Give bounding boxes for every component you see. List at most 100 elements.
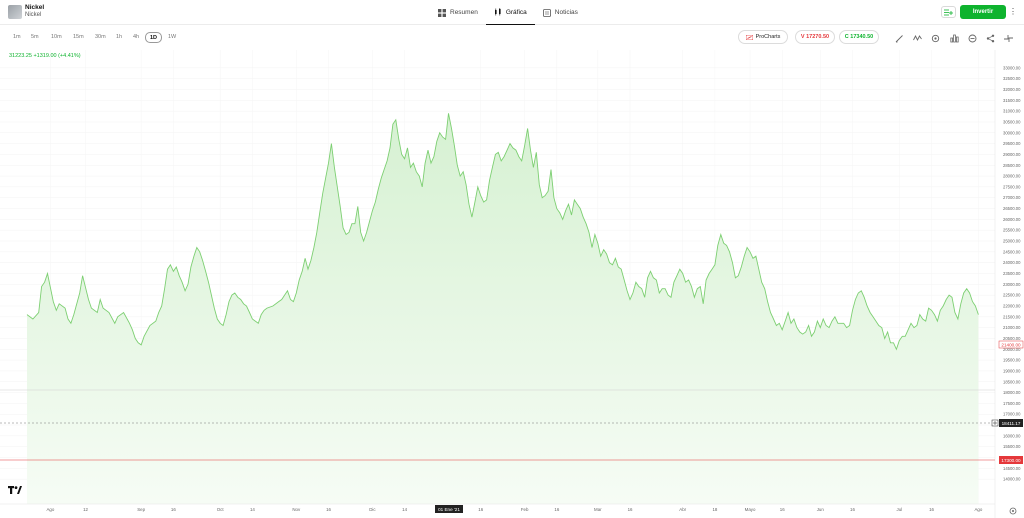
x-tick-label: Ago (974, 507, 982, 512)
collapse-icon[interactable] (1004, 34, 1013, 43)
tab-resumen[interactable]: Resumen (430, 0, 486, 25)
crosshair-date-tag: 01 Ene '21 (435, 505, 463, 513)
y-tick-label: 24500.00 (1003, 249, 1021, 254)
x-tick-label: Mayo (745, 507, 756, 512)
indicators-icon[interactable] (913, 34, 922, 43)
crosshair-price-tag: 18411.17 (991, 419, 1023, 427)
x-tick-label: 12 (83, 507, 88, 512)
y-tick-label: 25000.00 (1003, 239, 1021, 244)
y-tick-label: 21500.00 (1003, 314, 1021, 319)
timeframe-4h[interactable]: 4h (133, 32, 139, 43)
y-tick-label: 33000.00 (1003, 65, 1021, 70)
procharts-label: ProCharts (755, 34, 781, 40)
settings-gear-icon[interactable] (931, 34, 940, 43)
tab-noticias[interactable]: Noticias (535, 0, 586, 25)
crosshair-date-label: 01 Ene '21 (438, 507, 460, 512)
y-tick-label: 14500.00 (1003, 466, 1021, 471)
x-tick-label: Dic (369, 507, 376, 512)
y-tick-label: 18500.00 (1003, 379, 1021, 384)
y-tick-label: 17500.00 (1003, 401, 1021, 406)
timeframe-15m[interactable]: 15m (73, 32, 84, 43)
asset-title: Nickel (25, 4, 45, 11)
y-tick-label: 22000.00 (1003, 303, 1021, 308)
x-tick-label: 16 (780, 507, 785, 512)
chart-toolbar: 1m 5m 10m 15m 30m 1h 4h 1D 1W ProCharts … (0, 26, 1024, 48)
y-tick-label: 32000.00 (1003, 87, 1021, 92)
x-tick-label: 16 (850, 507, 855, 512)
sell-price-tag: 17300.00 (999, 456, 1023, 464)
y-tick-label: 29500.00 (1003, 141, 1021, 146)
chart-settings-icon[interactable] (1009, 507, 1017, 515)
procharts-button[interactable]: ProCharts (738, 30, 788, 44)
y-tick-label: 31500.00 (1003, 98, 1021, 103)
y-tick-label: 15500.00 (1003, 444, 1021, 449)
x-tick-label: Oct (217, 507, 225, 512)
price-readout: 31223.25 +1319.00 (+4.41%) (9, 53, 81, 59)
x-tick-label: 16 (929, 507, 934, 512)
x-tick-label: 14 (250, 507, 255, 512)
y-tick-label: 30500.00 (1003, 119, 1021, 124)
nickel-logo (8, 5, 22, 19)
y-tick-label: 22500.00 (1003, 293, 1021, 298)
pencil-icon[interactable] (895, 34, 904, 43)
timeframe-1d[interactable]: 1D (145, 32, 163, 43)
main-tabs: Resumen Gráfica Noticias (430, 0, 586, 25)
y-tick-label: 27500.00 (1003, 184, 1021, 189)
sell-price-label: 17300.00 (1001, 458, 1021, 463)
timeframe-1h[interactable]: 1h (116, 32, 122, 43)
timeframe-5m[interactable]: 5m (31, 32, 39, 43)
y-tick-label: 19000.00 (1003, 368, 1021, 373)
watchlist-button[interactable] (941, 6, 956, 18)
y-tick-label: 26500.00 (1003, 206, 1021, 211)
tab-label: Resumen (450, 9, 478, 16)
price-chart[interactable]: 14000.0014500.0015000.0015500.0016000.00… (0, 50, 1024, 518)
y-tick-label: 32500.00 (1003, 76, 1021, 81)
x-tick-label: Nov (292, 507, 301, 512)
tradingview-logo-icon (8, 486, 22, 494)
timeframe-1m[interactable]: 1m (13, 32, 21, 43)
top-header: Nickel Nickel Resumen Gráfica Noticias I… (0, 0, 1024, 25)
tab-grafica[interactable]: Gráfica (485, 0, 535, 25)
sell-button[interactable]: V 17270.50 (795, 30, 835, 44)
news-icon (542, 8, 551, 17)
x-tick-label: Sep (137, 507, 145, 512)
x-tick-label: Ago (47, 507, 55, 512)
x-tick-label: 18 (712, 507, 717, 512)
y-tick-label: 26000.00 (1003, 217, 1021, 222)
current-price-label: 21400.00 (1001, 343, 1021, 348)
buy-button[interactable]: C 17340.50 (839, 30, 879, 44)
chart-type-icon[interactable] (950, 34, 959, 43)
tradingview-logo (8, 486, 22, 496)
watchlist-add-icon (944, 9, 953, 15)
timeframe-1w[interactable]: 1W (168, 32, 176, 43)
y-tick-label: 29000.00 (1003, 152, 1021, 157)
more-options-icon[interactable]: ⋮ (1009, 6, 1017, 18)
x-tick-label: Jul (897, 507, 903, 512)
current-price-tag: 21400.00 (998, 340, 1024, 349)
x-tick-label: 16 (478, 507, 483, 512)
compare-icon[interactable] (968, 34, 977, 43)
y-tick-label: 17000.00 (1003, 412, 1021, 417)
y-tick-label: 21000.00 (1003, 325, 1021, 330)
x-tick-label: 16 (171, 507, 176, 512)
x-tick-label: 14 (402, 507, 407, 512)
grid-icon (438, 8, 446, 17)
y-tick-label: 31000.00 (1003, 109, 1021, 114)
y-tick-label: 18000.00 (1003, 390, 1021, 395)
y-tick-label: 16000.00 (1003, 433, 1021, 438)
y-tick-label: 14000.00 (1003, 477, 1021, 482)
x-tick-label: 16 (554, 507, 559, 512)
y-tick-label: 24000.00 (1003, 260, 1021, 265)
share-icon[interactable] (986, 34, 995, 43)
timeframe-10m[interactable]: 10m (51, 32, 62, 43)
x-tick-label: Feb (521, 507, 529, 512)
tab-label: Gráfica (505, 8, 527, 16)
price-area-fill (27, 113, 979, 505)
y-tick-label: 28000.00 (1003, 174, 1021, 179)
y-tick-label: 19500.00 (1003, 358, 1021, 363)
timeframe-30m[interactable]: 30m (95, 32, 106, 43)
tab-label: Noticias (554, 9, 578, 16)
y-tick-label: 30000.00 (1003, 130, 1021, 135)
invest-button[interactable]: Invertir (960, 5, 1006, 19)
x-tick-label: 16 (628, 507, 633, 512)
